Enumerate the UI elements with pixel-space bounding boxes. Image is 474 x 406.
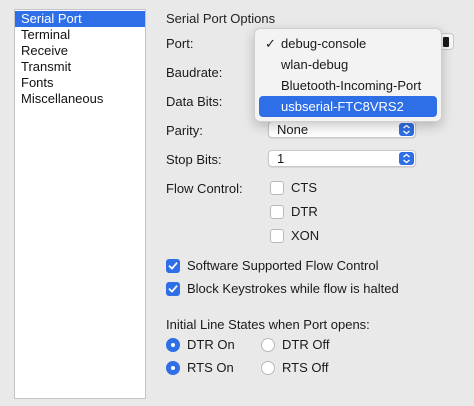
chevron-updown-icon [399, 123, 414, 136]
software-flow-checkbox[interactable] [166, 258, 180, 273]
panel-title: Serial Port Options [166, 11, 276, 26]
menu-item-bluetooth-incoming-port[interactable]: Bluetooth-Incoming-Port [259, 75, 437, 96]
databits-label: Data Bits: [166, 94, 223, 109]
stopbits-select[interactable]: 1 [268, 150, 416, 167]
stopbits-label: Stop Bits: [166, 152, 222, 167]
xon-checkbox[interactable] [270, 228, 284, 243]
xon-checkbox-row[interactable]: XON [270, 228, 319, 243]
menu-item-usbserial[interactable]: usbserial-FTC8VRS2 [259, 96, 437, 117]
cts-checkbox-row[interactable]: CTS [270, 180, 317, 195]
block-keystrokes-label: Block Keystrokes while flow is halted [187, 281, 399, 296]
category-list[interactable]: Serial Port Terminal Receive Transmit Fo… [14, 9, 146, 399]
menu-item-debug-console[interactable]: ✓ debug-console [259, 33, 437, 54]
block-keystrokes-row[interactable]: Block Keystrokes while flow is halted [166, 281, 399, 296]
sidebar-item-receive[interactable]: Receive [15, 43, 145, 59]
sidebar-item-transmit[interactable]: Transmit [15, 59, 145, 75]
dtr-off-radio[interactable] [261, 337, 275, 352]
checkmark-icon [168, 261, 178, 269]
line-states-label: Initial Line States when Port opens: [166, 317, 370, 332]
dtr-off-label: DTR Off [282, 337, 330, 352]
rts-on-radio[interactable] [166, 360, 180, 375]
menu-item-label: usbserial-FTC8VRS2 [281, 99, 404, 114]
port-dropdown-menu[interactable]: ✓ debug-console wlan-debug Bluetooth-Inc… [254, 28, 442, 122]
sidebar-item-serial-port[interactable]: Serial Port [15, 11, 145, 27]
chevron-updown-icon [399, 152, 414, 165]
dtr-off-radio-row[interactable]: DTR Off [261, 337, 329, 352]
flow-control-label: Flow Control: [166, 181, 243, 196]
software-flow-row[interactable]: Software Supported Flow Control [166, 258, 378, 273]
parity-value: None [277, 122, 309, 137]
baudrate-label: Baudrate: [166, 65, 223, 80]
sidebar-item-fonts[interactable]: Fonts [15, 75, 145, 91]
sidebar-item-terminal[interactable]: Terminal [15, 27, 145, 43]
stopbits-value: 1 [277, 151, 285, 166]
block-keystrokes-checkbox[interactable] [166, 281, 180, 296]
cts-label: CTS [291, 180, 317, 195]
rts-off-radio[interactable] [261, 360, 275, 375]
sidebar-item-miscellaneous[interactable]: Miscellaneous [15, 91, 145, 107]
dtr-on-radio-row[interactable]: DTR On [166, 337, 235, 352]
dtr-checkbox-row[interactable]: DTR [270, 204, 318, 219]
checkmark-icon: ✓ [265, 36, 276, 51]
dtr-checkbox[interactable] [270, 204, 284, 219]
xon-label: XON [291, 228, 320, 243]
rts-on-label: RTS On [187, 360, 234, 375]
checkmark-icon [168, 284, 178, 292]
port-label: Port: [166, 36, 194, 51]
menu-item-label: debug-console [281, 36, 367, 51]
rts-off-radio-row[interactable]: RTS Off [261, 360, 328, 375]
rts-on-radio-row[interactable]: RTS On [166, 360, 234, 375]
parity-select[interactable]: None [268, 121, 416, 138]
cts-checkbox[interactable] [270, 180, 284, 195]
rts-off-label: RTS Off [282, 360, 329, 375]
parity-label: Parity: [166, 123, 203, 138]
dtr-on-label: DTR On [187, 337, 235, 352]
dtr-label: DTR [291, 204, 318, 219]
chevron-updown-icon [443, 37, 449, 47]
menu-item-label: Bluetooth-Incoming-Port [281, 78, 422, 93]
menu-item-label: wlan-debug [281, 57, 349, 72]
menu-item-wlan-debug[interactable]: wlan-debug [259, 54, 437, 75]
software-flow-label: Software Supported Flow Control [187, 258, 379, 273]
dtr-on-radio[interactable] [166, 337, 180, 352]
